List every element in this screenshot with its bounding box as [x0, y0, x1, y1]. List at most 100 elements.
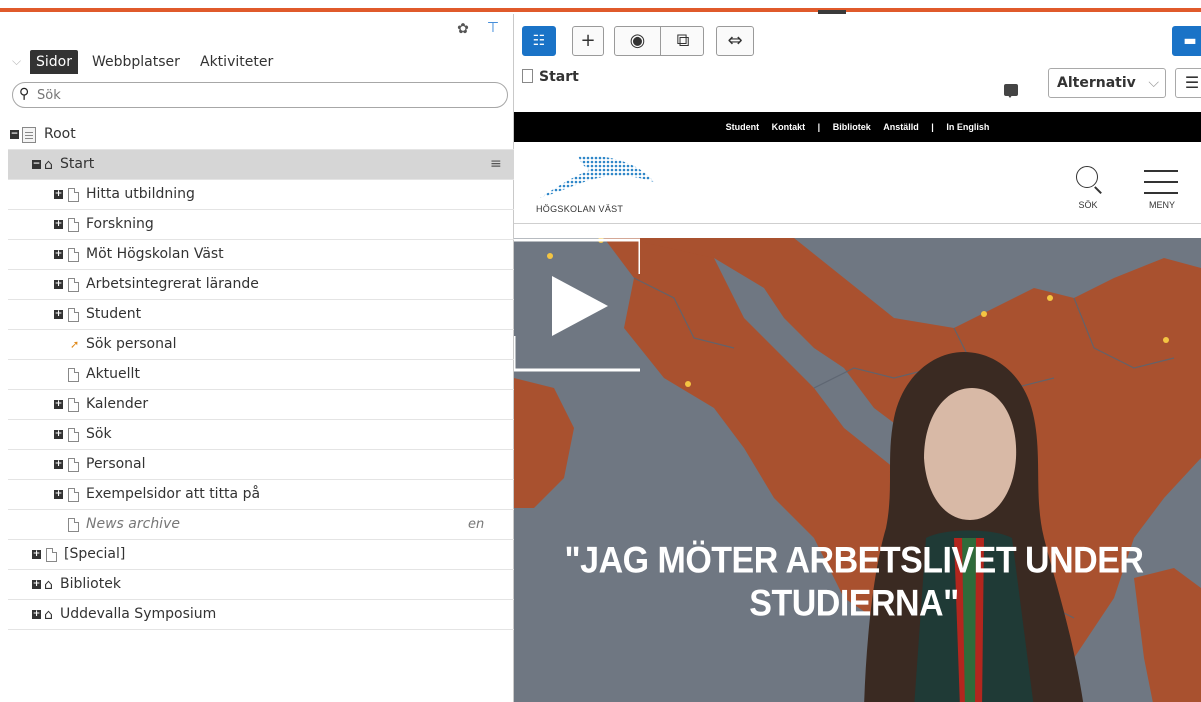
- top-bar: [0, 0, 1201, 24]
- tree-item-label: Forskning: [86, 216, 154, 232]
- tree-item-root[interactable]: − Root: [8, 120, 514, 150]
- tree-item-aktuellt[interactable]: Aktuellt: [8, 360, 514, 390]
- options-dropdown[interactable]: Alternativ ⌵: [1048, 68, 1166, 98]
- page-icon: [68, 398, 79, 412]
- logo-mark[interactable]: [538, 152, 656, 202]
- add-page-button[interactable]: +: [572, 26, 604, 56]
- page-icon: [46, 548, 57, 562]
- link-bibliotek[interactable]: Bibliotek: [833, 122, 871, 132]
- expand-icon[interactable]: +: [54, 250, 63, 259]
- link-student[interactable]: Student: [726, 122, 760, 132]
- menu-label: MENY: [1148, 200, 1175, 210]
- site-header: HÖGSKOLAN VÄST SÖK MENY: [514, 142, 1201, 224]
- list-view-button[interactable]: ☰: [1175, 68, 1201, 98]
- chevron-down-icon[interactable]: ⌵: [12, 54, 21, 69]
- tree-item-news-archive[interactable]: News archive en: [8, 510, 514, 540]
- link-in-english[interactable]: In English: [946, 122, 989, 132]
- tree-item-exempelsidor[interactable]: + Exempelsidor att titta på: [8, 480, 514, 510]
- hero-title-line-1: "JAG MÖTER ARBETSLIVET UNDER: [564, 539, 1144, 581]
- search-input[interactable]: [37, 85, 497, 105]
- page-icon: [68, 368, 79, 382]
- tree-toggle-button[interactable]: ☷: [522, 26, 556, 56]
- expand-icon[interactable]: +: [54, 490, 63, 499]
- chat-icon[interactable]: [1004, 84, 1018, 98]
- shortcut-icon: ➚: [70, 338, 80, 351]
- folder-button[interactable]: ▬: [1172, 26, 1201, 56]
- tree-item-label: Sök: [86, 426, 112, 442]
- expand-icon[interactable]: +: [54, 460, 63, 469]
- search-icon: ⚲: [19, 86, 30, 102]
- gear-icon[interactable]: ✿: [456, 22, 470, 36]
- preview-pane: ☷ + ◉ ⧉ ⇔ ▬ Start Alternativ ⌵ ☰ Student…: [514, 14, 1201, 702]
- tree-item-forskning[interactable]: + Forskning: [8, 210, 514, 240]
- context-menu-icon[interactable]: ≡: [490, 150, 502, 179]
- expand-icon[interactable]: +: [54, 400, 63, 409]
- list-icon: [22, 127, 36, 143]
- compare-icon: ⇔: [727, 30, 743, 51]
- page-icon: [68, 488, 79, 502]
- expand-icon[interactable]: +: [54, 280, 63, 289]
- tab-sidor[interactable]: Sidor: [30, 50, 78, 74]
- compare-button[interactable]: ⇔: [716, 26, 754, 56]
- page-icon: [522, 69, 533, 83]
- breadcrumb-label: Start: [539, 69, 579, 85]
- site-menu-button[interactable]: MENY: [1132, 164, 1192, 214]
- tree-item-label: Hitta utbildning: [86, 186, 195, 202]
- page-icon: [68, 458, 79, 472]
- tree-item-bibliotek[interactable]: + ⌂ Bibliotek: [8, 570, 514, 600]
- expand-icon[interactable]: +: [54, 310, 63, 319]
- options-label: Alternativ: [1057, 75, 1136, 91]
- tree-item-arbetsintegrerat-larande[interactable]: + Arbetsintegrerat lärande: [8, 270, 514, 300]
- tree-item-kalender[interactable]: + Kalender: [8, 390, 514, 420]
- eye-icon[interactable]: ◉: [615, 27, 660, 55]
- pin-icon[interactable]: ⊤: [486, 20, 500, 36]
- expand-icon[interactable]: +: [32, 580, 41, 589]
- expand-icon[interactable]: +: [54, 220, 63, 229]
- hero-video[interactable]: "JAG MÖTER ARBETSLIVET UNDER STUDIERNA": [514, 238, 1201, 702]
- folder-icon: ▬: [1183, 33, 1197, 49]
- expand-icon[interactable]: +: [54, 190, 63, 199]
- chevron-down-icon: ⌵: [1148, 75, 1159, 91]
- tree-item-label: Uddevalla Symposium: [60, 606, 217, 622]
- home-icon: ⌂: [44, 157, 53, 173]
- tree-item-label: Kalender: [86, 396, 149, 412]
- page-icon: [68, 188, 79, 202]
- tree-item-label: [Special]: [64, 546, 126, 562]
- search-icon-handle: [1094, 186, 1102, 194]
- hero-title-line-2: STUDIERNA": [749, 583, 959, 625]
- link-anstalld[interactable]: Anställd: [883, 122, 919, 132]
- page-icon: [68, 278, 79, 292]
- tree-item-student[interactable]: + Student: [8, 300, 514, 330]
- site-search-button[interactable]: SÖK: [1058, 164, 1118, 214]
- tab-aktiviteter[interactable]: Aktiviteter: [194, 50, 279, 74]
- play-icon[interactable]: [514, 238, 640, 372]
- tree-item-sok-personal[interactable]: ➚ Sök personal: [8, 330, 514, 360]
- tree-item-label: Möt Högskolan Väst: [86, 246, 224, 262]
- home-icon: ⌂: [44, 577, 53, 593]
- hero-title: "JAG MÖTER ARBETSLIVET UNDER STUDIERNA": [554, 539, 1154, 625]
- tree-item-personal[interactable]: + Personal: [8, 450, 514, 480]
- tree-item-label: Personal: [86, 456, 146, 472]
- tree-item-hitta-utbildning[interactable]: + Hitta utbildning: [8, 180, 514, 210]
- page-icon: [68, 518, 79, 532]
- tree-item-sok[interactable]: + Sök: [8, 420, 514, 450]
- logo-text: HÖGSKOLAN VÄST: [536, 204, 624, 214]
- collapse-icon[interactable]: −: [10, 130, 19, 139]
- breadcrumb: Start: [522, 66, 579, 88]
- preview-icon[interactable]: ⧉: [660, 27, 705, 55]
- tab-webbplatser[interactable]: Webbplatser: [86, 50, 186, 74]
- link-kontakt[interactable]: Kontakt: [772, 122, 806, 132]
- preview-toolbar: ☷ + ◉ ⧉ ⇔ ▬: [514, 14, 1201, 58]
- search-icon: [1076, 166, 1098, 188]
- tree-item-uddevalla-symposium[interactable]: + ⌂ Uddevalla Symposium: [8, 600, 514, 630]
- nav-tabs: ⌵ Sidor Webbplatser Aktiviteter: [8, 46, 514, 76]
- tree-item-mot-hogskolan-vast[interactable]: + Möt Högskolan Väst: [8, 240, 514, 270]
- collapse-icon[interactable]: −: [32, 160, 41, 169]
- tree-item-special[interactable]: + [Special]: [8, 540, 514, 570]
- tree-item-start[interactable]: − ⌂ Start ≡: [8, 150, 514, 180]
- expand-icon[interactable]: +: [32, 610, 41, 619]
- expand-icon[interactable]: +: [54, 430, 63, 439]
- expand-icon[interactable]: +: [32, 550, 41, 559]
- plus-icon: +: [580, 30, 596, 51]
- page-tree: − Root − ⌂ Start ≡ + Hitta utbildning + …: [8, 120, 514, 630]
